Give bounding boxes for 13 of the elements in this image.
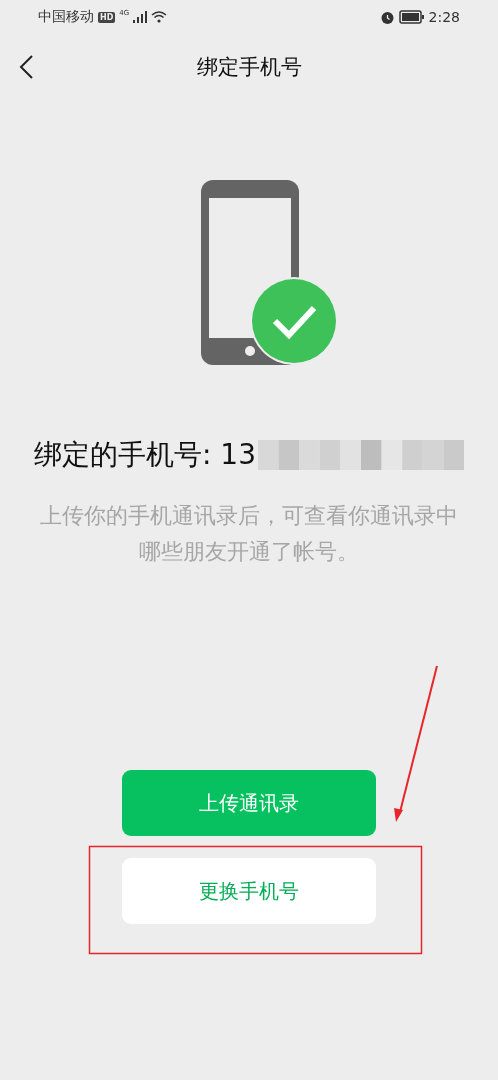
alarm-icon: [379, 9, 395, 25]
back-icon[interactable]: [18, 54, 34, 80]
upload-contacts-button[interactable]: 上传通讯录: [122, 770, 376, 836]
change-number-button[interactable]: 更换手机号: [122, 858, 376, 924]
clock-time: 2:28: [428, 9, 460, 25]
signal-icon: [133, 11, 148, 23]
hd-badge: HD: [98, 11, 116, 23]
description-text: 上传你的手机通讯录后，可查看你通讯录中哪些朋友开通了帐号。: [39, 502, 459, 566]
wifi-icon: [151, 11, 168, 23]
battery-icon: [398, 10, 425, 24]
bound-number-label: 绑定的手机号: 13: [34, 437, 256, 473]
page-title: 绑定手机号: [196, 54, 302, 81]
carrier-name: 中国移动: [38, 8, 94, 26]
